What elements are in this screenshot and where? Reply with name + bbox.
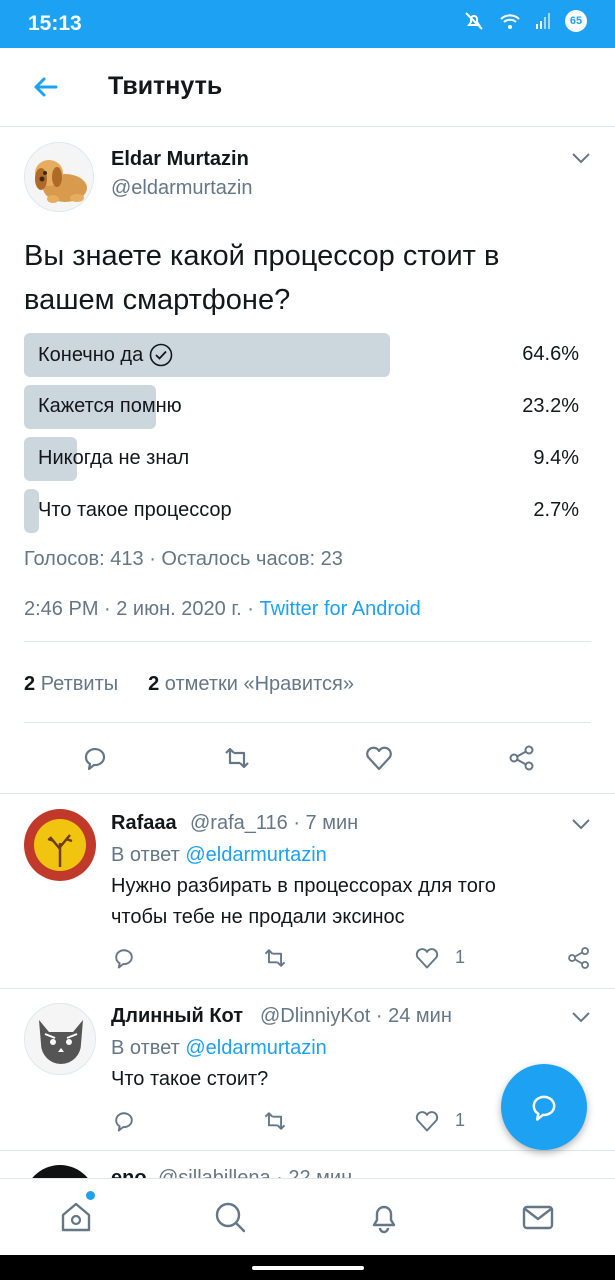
poll-option: Кажется помню 23.2% [24,385,591,429]
poll-option-percent: 23.2% [522,395,579,417]
gesture-handle[interactable] [252,1266,364,1270]
retweet-icon[interactable] [262,1108,288,1134]
signal-icon [536,13,550,29]
likes-stat[interactable]: 2 отметки «Нравится» [148,673,354,696]
like-count: 1 [455,1110,466,1130]
divider [24,722,591,723]
poll-option: Что такое процессор 2.7% [24,489,591,533]
reply-icon[interactable] [111,945,137,971]
app-bar: Твитнуть [0,48,615,127]
reply-author-name[interactable]: Длинный Кот [111,1005,243,1028]
reply-avatar[interactable] [24,1003,96,1075]
tweet-stats: 2 Ретвиты 2 отметки «Нравится» [24,673,354,696]
in-reply-to: В ответ @eldarmurtazin [111,1037,327,1059]
like-icon[interactable] [414,1108,440,1134]
reply-meta: @rafa_116 · 7 мин [190,812,359,834]
chevron-down-icon[interactable] [571,152,591,164]
reply-icon[interactable] [80,743,110,773]
tweet-source-link[interactable]: Twitter for Android [260,598,421,620]
author-name[interactable]: Eldar Murtazin [111,148,249,171]
status-icons: 65 [463,10,587,32]
chevron-down-icon[interactable] [571,1011,591,1023]
author-handle[interactable]: @eldarmurtazin [111,177,252,200]
messages-icon[interactable] [520,1199,556,1235]
poll-bar [24,489,40,533]
retweet-icon[interactable] [222,743,252,773]
retweet-icon[interactable] [262,945,288,971]
home-icon[interactable] [58,1199,94,1235]
do-not-disturb-icon [465,12,483,30]
compose-icon [532,1095,556,1121]
wifi-icon [500,14,520,29]
page-title: Твитнуть [108,72,223,100]
checkmark-circle-icon [149,343,173,367]
divider [0,988,615,989]
share-icon[interactable] [507,743,537,773]
poll-option-label: Кажется помню [38,395,182,417]
divider [0,793,615,794]
poll-option-label: Конечно да [38,343,173,367]
chevron-down-icon[interactable] [571,818,591,830]
status-time: 15:13 [28,12,82,35]
divider [24,641,591,642]
notification-dot [86,1191,95,1200]
back-arrow-icon[interactable] [30,72,60,102]
like-icon[interactable] [364,743,394,773]
in-reply-to: В ответ @eldarmurtazin [111,844,327,866]
poll-meta: Голосов: 413 · Осталось часов: 23 [24,548,343,570]
reply-text: Нужно разбирать в процессорах для того ч… [111,875,496,928]
gesture-bar [0,1255,615,1280]
reply-avatar[interactable] [24,809,96,881]
bottom-nav [0,1178,615,1255]
retweets-stat[interactable]: 2 Ретвиты [24,673,118,696]
tweet-text: Вы знаете какой процессор стоит в вашем … [24,240,500,316]
tweet-timestamp: 2:46 PM · 2 июн. 2020 г. · Twitter for A… [24,598,421,620]
reply-author-name[interactable]: Rafaaa [111,812,177,835]
poll-option-percent: 64.6% [522,343,579,365]
reply-meta: @DlinniyKot · 24 мин [260,1005,452,1027]
poll-option-percent: 2.7% [533,499,579,521]
notifications-icon[interactable] [366,1199,402,1235]
poll-option-label: Никогда не знал [38,447,190,469]
divider [0,1150,615,1151]
poll-option-label: Что такое процессор [38,499,232,521]
like-icon[interactable] [414,945,440,971]
like-count: 1 [455,947,466,967]
status-bar: 15:13 65 [0,0,615,48]
battery-icon: 65 [565,10,587,32]
poll-option-percent: 9.4% [533,447,579,469]
poll-option: Никогда не знал 9.4% [24,437,591,481]
compose-reply-button[interactable] [501,1064,587,1150]
reply-text: Что такое стоит? [111,1068,269,1090]
share-icon[interactable] [566,945,592,971]
avatar[interactable] [24,142,94,212]
search-icon[interactable] [212,1199,248,1235]
poll-option: Конечно да 64.6% [24,333,591,377]
reply-icon[interactable] [111,1108,137,1134]
